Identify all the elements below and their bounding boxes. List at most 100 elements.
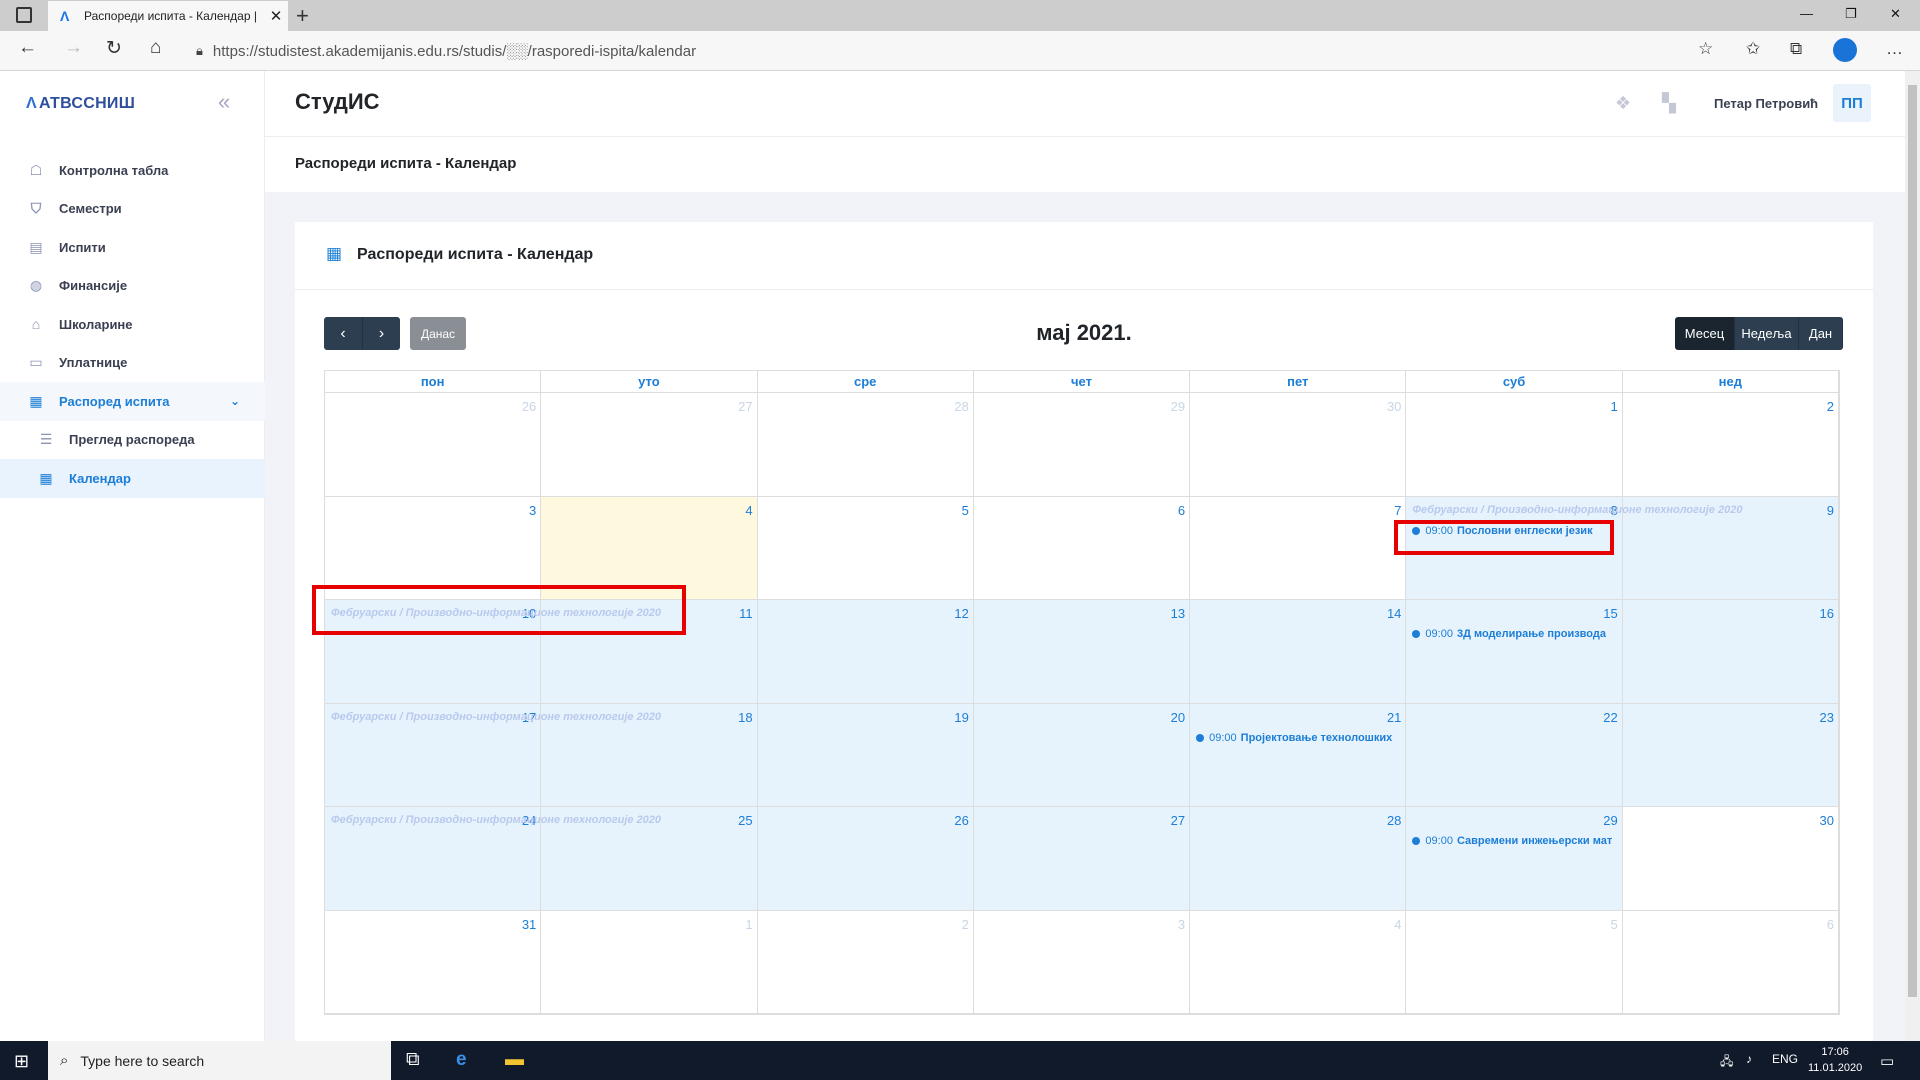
calendar-day-cell[interactable]: 29 [1406, 807, 1623, 911]
calendar-day-cell[interactable]: 28 [757, 393, 974, 497]
window-menu-icon[interactable] [16, 7, 32, 23]
sidebar-item-semesters[interactable]: ⛉ Семестри [0, 190, 265, 229]
page-scrollbar[interactable] [1905, 71, 1920, 1041]
sidebar-subitem-schedule-overview[interactable]: ☰ Преглед распореда [0, 421, 265, 460]
calendar-day-cell[interactable]: 20 [973, 703, 1191, 807]
back-icon[interactable]: ← [18, 37, 37, 59]
day-number[interactable]: 2 [962, 917, 969, 932]
day-number[interactable]: 3 [529, 503, 536, 518]
day-number[interactable]: 1 [745, 917, 752, 932]
calendar-day-cell[interactable]: 29 [973, 393, 1191, 497]
browser-tab[interactable]: Ʌ Распореди испита - Календар | ✕ [48, 1, 288, 31]
day-number[interactable]: 28 [954, 399, 968, 414]
day-number[interactable]: 27 [1171, 813, 1185, 828]
calendar-day-cell[interactable]: 1 [541, 910, 758, 1014]
calendar-day-cell[interactable]: 14 [1190, 600, 1407, 704]
day-number[interactable]: 23 [1820, 710, 1834, 725]
day-number[interactable]: 29 [1603, 813, 1617, 828]
network-icon[interactable]: 🖧︎ [1720, 1052, 1733, 1073]
logo[interactable]: Ʌ АТВССНИШ [26, 95, 135, 113]
close-tab-icon[interactable]: ✕ [264, 7, 288, 25]
calendar-day-cell[interactable]: 19 [757, 703, 974, 807]
taskbar-search[interactable]: ⌕ Type here to search [48, 1041, 391, 1080]
calendar-day-cell[interactable]: 28 [1190, 807, 1407, 911]
sidebar-item-payment-slips[interactable]: ▭ Уплатнице [0, 344, 265, 383]
day-number[interactable]: 1 [1610, 399, 1617, 414]
day-number[interactable]: 4 [1394, 917, 1401, 932]
more-icon[interactable]: … [1886, 39, 1903, 59]
calendar-day-cell[interactable]: 27 [973, 807, 1191, 911]
collections-icon[interactable]: ⧉ [1790, 39, 1802, 59]
url-field[interactable]: 🔒︎ https://studistest.akademijanis.edu.r… [196, 35, 1706, 67]
collapse-sidebar-icon[interactable]: « [218, 89, 230, 115]
day-number[interactable]: 30 [1387, 399, 1401, 414]
apps-grid-icon[interactable]: ▚ [1662, 93, 1676, 114]
new-tab-icon[interactable]: + [296, 3, 309, 29]
avatar[interactable]: ПП [1833, 84, 1871, 122]
calendar-event[interactable]: 09:00 Савремени инжењерски мат [1412, 835, 1620, 847]
calendar-day-cell[interactable]: 31 [325, 910, 542, 1014]
day-number[interactable]: 3 [1178, 917, 1185, 932]
calendar-day-cell[interactable]: 26 [757, 807, 974, 911]
calendar-day-cell[interactable]: 5 [757, 496, 974, 600]
day-number[interactable]: 5 [1610, 917, 1617, 932]
sidebar-subitem-calendar[interactable]: ▦ Календар [0, 459, 265, 498]
notifications-icon[interactable]: ▭ [1880, 1052, 1894, 1070]
task-view-icon[interactable]: ⧉ [406, 1049, 420, 1071]
minimize-icon[interactable]: — [1800, 6, 1813, 21]
sidebar-item-exam-schedule[interactable]: ▦ Распоред испита ⌄ [0, 382, 265, 421]
view-day-button[interactable]: Дан [1799, 317, 1843, 350]
calendar-day-cell[interactable]: 16 [1622, 600, 1839, 704]
day-number[interactable]: 4 [745, 503, 752, 518]
day-number[interactable]: 21 [1387, 710, 1401, 725]
calendar-event[interactable]: 09:00 3Д моделирање производа [1412, 628, 1620, 640]
day-number[interactable]: 2 [1827, 399, 1834, 414]
calendar-day-cell[interactable]: 27 [541, 393, 758, 497]
day-number[interactable]: 22 [1603, 710, 1617, 725]
calendar-day-cell[interactable]: 5 [1406, 910, 1623, 1014]
refresh-icon[interactable]: ↻ [106, 37, 122, 60]
calendar-day-cell[interactable]: 15 [1406, 600, 1623, 704]
forward-icon[interactable]: → [64, 37, 83, 59]
calendar-day-cell[interactable]: 13 [973, 600, 1191, 704]
view-month-button[interactable]: Месец [1675, 317, 1735, 350]
quick-actions-icon[interactable]: ❖ [1615, 93, 1631, 114]
calendar-day-cell[interactable]: 12 [757, 600, 974, 704]
file-explorer-icon[interactable]: ▬ [505, 1049, 524, 1071]
day-number[interactable]: 26 [954, 813, 968, 828]
calendar-day-cell[interactable]: 7 [1190, 496, 1407, 600]
edge-browser-icon[interactable]: e [456, 1049, 467, 1071]
calendar-day-cell[interactable]: 3 [973, 910, 1191, 1014]
scrollbar-thumb[interactable] [1908, 85, 1917, 997]
day-number[interactable]: 12 [954, 606, 968, 621]
windows-start-icon[interactable]: ⊞ [14, 1051, 29, 1072]
day-number[interactable]: 14 [1387, 606, 1401, 621]
day-number[interactable]: 9 [1827, 503, 1834, 518]
calendar-day-cell[interactable]: 6 [973, 496, 1191, 600]
home-icon[interactable]: ⌂ [150, 37, 161, 59]
profile-avatar[interactable] [1833, 38, 1857, 62]
close-window-icon[interactable]: ✕ [1890, 6, 1901, 22]
calendar-day-cell[interactable]: 22 [1406, 703, 1623, 807]
day-number[interactable]: 5 [962, 503, 969, 518]
sidebar-item-finances[interactable]: ◍ Финансије [0, 267, 265, 306]
calendar-day-cell[interactable]: 30 [1190, 393, 1407, 497]
calendar-day-cell[interactable]: 4 [1190, 910, 1407, 1014]
day-number[interactable]: 31 [522, 917, 536, 932]
favorites-icon[interactable]: ✩ [1746, 39, 1760, 59]
day-number[interactable]: 6 [1178, 503, 1185, 518]
calendar-day-cell[interactable]: 1 [1406, 393, 1623, 497]
sidebar-item-tuition[interactable]: ⌂ Школарине [0, 305, 265, 344]
calendar-day-cell[interactable]: 21 [1190, 703, 1407, 807]
day-number[interactable]: 6 [1827, 917, 1834, 932]
calendar-day-cell[interactable]: 30 [1622, 807, 1839, 911]
day-number[interactable]: 28 [1387, 813, 1401, 828]
calendar-day-cell[interactable]: 2 [757, 910, 974, 1014]
day-number[interactable]: 15 [1603, 606, 1617, 621]
day-number[interactable]: 27 [738, 399, 752, 414]
language-indicator[interactable]: ENG [1772, 1052, 1798, 1066]
user-name[interactable]: Петар Петровић [1714, 96, 1818, 111]
sidebar-item-exams[interactable]: ▤ Испити [0, 228, 265, 267]
add-favorite-icon[interactable]: ☆ [1698, 39, 1713, 59]
day-number[interactable]: 16 [1820, 606, 1834, 621]
